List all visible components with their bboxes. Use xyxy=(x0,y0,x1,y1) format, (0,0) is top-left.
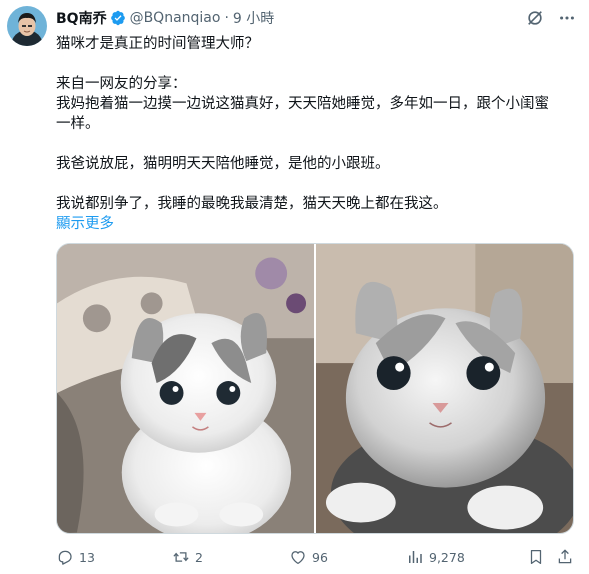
share-button[interactable] xyxy=(556,548,574,566)
media-image-2[interactable] xyxy=(316,244,573,533)
grok-icon[interactable] xyxy=(525,8,545,28)
like-icon xyxy=(291,551,305,565)
timestamp[interactable]: 9 小時 xyxy=(233,8,274,28)
like-button[interactable]: 96 xyxy=(289,548,328,566)
verified-badge-icon xyxy=(110,10,125,26)
tweet-header: BQ南乔 @BQnanqiao · 9 小時 xyxy=(56,8,274,28)
separator-dot: · xyxy=(224,10,229,26)
avatar-image xyxy=(7,6,47,46)
tweet-para1-line3: 一样。 xyxy=(56,116,100,132)
tweet-title-line: 猫咪才是真正的时间管理大师？ xyxy=(56,36,259,52)
reply-icon xyxy=(58,550,72,565)
tweet-para1-line2: 我妈抱着猫一边摸一边说这猫真好，天天陪她睡觉，多年如一日，跟个小闺蜜 xyxy=(56,96,549,112)
views-count: 9,278 xyxy=(429,549,465,565)
reply-button[interactable]: 13 xyxy=(56,548,95,566)
tweet-para3: 我说都别争了，我睡的最晚我最清楚，猫天天晚上都在我这。 xyxy=(56,196,448,212)
views-icon xyxy=(409,551,422,563)
share-icon xyxy=(558,549,572,564)
views-button[interactable]: 9,278 xyxy=(406,548,465,566)
handle[interactable]: @BQnanqiao xyxy=(130,10,221,26)
retweet-icon xyxy=(173,552,189,562)
show-more-link[interactable]: 顯示更多 xyxy=(56,214,114,234)
top-actions xyxy=(525,8,577,28)
action-bar: 13 2 96 9,278 xyxy=(56,547,576,567)
like-count: 96 xyxy=(312,549,328,565)
bookmark-button[interactable] xyxy=(527,548,545,566)
bookmark-icon xyxy=(530,549,542,565)
display-name[interactable]: BQ南乔 xyxy=(56,8,107,28)
tweet-card[interactable]: BQ南乔 @BQnanqiao · 9 小時 猫咪才是真正的时间管理大师？ 来自… xyxy=(0,0,589,574)
media-image-1[interactable] xyxy=(57,244,314,533)
tweet-para1-line1: 来自一网友的分享： xyxy=(56,76,187,92)
tweet-para2: 我爸说放屁，猫明明天天陪他睡觉，是他的小跟班。 xyxy=(56,156,390,172)
media-grid xyxy=(56,243,574,534)
avatar[interactable] xyxy=(7,6,47,46)
retweet-count: 2 xyxy=(195,549,203,565)
tweet-text: 猫咪才是真正的时间管理大师？ 来自一网友的分享： 我妈抱着猫一边摸一边说这猫真好… xyxy=(56,34,576,234)
more-icon[interactable] xyxy=(557,8,577,28)
retweet-button[interactable]: 2 xyxy=(172,548,203,566)
reply-count: 13 xyxy=(79,549,95,565)
